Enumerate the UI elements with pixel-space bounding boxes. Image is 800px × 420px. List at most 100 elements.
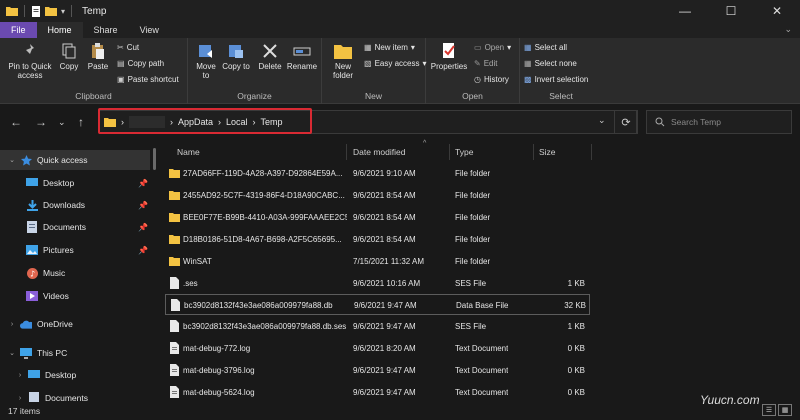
nav-item-this-pc[interactable]: ⌄ This PC (0, 343, 150, 363)
open-button[interactable]: ▭ Open ▾ (474, 43, 511, 52)
nav-item-downloads[interactable]: Downloads 📌 (8, 195, 155, 215)
history-label: History (483, 75, 509, 84)
move-to-button[interactable]: Move to (192, 42, 220, 80)
copy-button[interactable]: Copy (56, 42, 82, 71)
up-arrow-icon[interactable]: ↑ (78, 115, 84, 129)
nav-item-quick-access[interactable]: ⌄ Quick access (0, 150, 150, 170)
table-row[interactable]: 27AD66FF-119D-4A28-A397-D92864E59A... 9/… (165, 163, 590, 184)
file-icon (171, 299, 180, 311)
new-folder-icon[interactable] (45, 6, 57, 16)
search-input[interactable]: Search Temp (671, 117, 721, 127)
column-name[interactable]: Name (177, 147, 200, 157)
properties-icon[interactable] (31, 5, 41, 17)
properties-button[interactable]: Properties (428, 42, 470, 71)
customize-toolbar-icon[interactable]: ▾ (61, 7, 65, 16)
table-row[interactable]: D18B0186-51D8-4A67-B698-A2F5C65695... 9/… (165, 229, 590, 250)
column-divider[interactable] (449, 144, 450, 160)
table-row[interactable]: WinSAT 7/15/2021 11:32 AM File folder (165, 251, 590, 272)
select-none-button[interactable]: ▦ Select none (524, 59, 577, 68)
back-arrow-icon[interactable]: ← (10, 115, 22, 129)
tab-share[interactable]: Share (83, 22, 129, 38)
copy-to-label: Copy to (222, 62, 250, 71)
search-box[interactable]: Search Temp (646, 110, 792, 134)
table-row[interactable]: mat-debug-772.log 9/6/2021 8:20 AM Text … (165, 338, 590, 359)
column-divider[interactable] (533, 144, 534, 160)
nav-item-documents[interactable]: Documents 📌 (8, 217, 155, 237)
chevron-right-icon[interactable]: › (14, 395, 26, 402)
table-row[interactable]: .ses 9/6/2021 10:16 AM SES File 1 KB (165, 273, 590, 294)
history-button[interactable]: ◷ History (474, 75, 509, 84)
address-dropdown-icon[interactable]: ⌄ (598, 115, 606, 126)
column-divider[interactable] (591, 144, 592, 160)
minimize-button[interactable]: — (662, 0, 708, 22)
paste-button[interactable]: Paste (84, 42, 112, 71)
file-type: Text Document (455, 366, 509, 375)
nav-item-music[interactable]: ♪ Music (8, 263, 155, 283)
invert-selection-label: Invert selection (534, 75, 589, 84)
ribbon-expand-icon[interactable]: ⌄ (784, 24, 792, 35)
cut-button[interactable]: ✂ Cut (117, 43, 139, 52)
table-row[interactable]: BEE0F77E-B99B-4410-A03A-999FAAAEE2C5 9/6… (165, 207, 590, 228)
file-date: 9/6/2021 9:47 AM (353, 388, 416, 397)
rename-button[interactable]: Rename (286, 42, 318, 71)
chevron-down-icon[interactable]: ⌄ (6, 349, 18, 357)
properties-icon (443, 43, 455, 58)
column-type[interactable]: Type (455, 147, 473, 157)
nav-item-pc-documents[interactable]: › Documents (8, 388, 155, 402)
nav-item-onedrive[interactable]: › OneDrive (0, 314, 150, 334)
new-item-button[interactable]: ▦ New item ▾ (364, 43, 415, 52)
chevron-down-icon: ▾ (410, 43, 415, 52)
chevron-right-icon[interactable]: › (14, 372, 26, 379)
nav-item-pc-desktop[interactable]: › Desktop (8, 365, 155, 385)
chevron-down-icon[interactable]: ⌄ (6, 156, 18, 164)
paste-shortcut-button[interactable]: ▣ Paste shortcut (117, 75, 179, 84)
nav-item-pictures[interactable]: Pictures 📌 (8, 240, 155, 260)
pin-icon[interactable]: 📌 (138, 246, 148, 255)
recent-locations-icon[interactable]: ⌄ (58, 117, 66, 128)
new-group-label: New (364, 91, 382, 101)
copy-to-button[interactable]: Copy to (222, 42, 250, 71)
close-button[interactable]: ✕ (754, 0, 800, 22)
file-date: 9/6/2021 8:54 AM (353, 191, 416, 200)
delete-button[interactable]: Delete (256, 42, 284, 71)
nav-item-videos[interactable]: Videos (8, 286, 155, 306)
pin-icon[interactable]: 📌 (138, 223, 148, 232)
table-row[interactable]: bc3902d8132f43e3ae086a009979fa88.db 9/6/… (165, 294, 590, 315)
large-icons-view-icon[interactable]: ▦ (778, 404, 792, 416)
properties-label: Properties (430, 62, 468, 71)
file-date: 9/6/2021 9:47 AM (354, 301, 417, 310)
move-to-icon (199, 45, 212, 58)
nav-item-desktop[interactable]: Desktop 📌 (8, 173, 155, 193)
table-row[interactable]: mat-debug-3796.log 9/6/2021 9:47 AM Text… (165, 360, 590, 381)
edit-button[interactable]: ✎ Edit (474, 59, 498, 68)
pin-icon[interactable]: 📌 (138, 179, 148, 188)
table-row[interactable]: mat-debug-5624.log 9/6/2021 9:47 AM Text… (165, 382, 590, 403)
table-row[interactable]: bc3902d8132f43e3ae086a009979fa88.db.ses … (165, 316, 590, 337)
column-divider[interactable] (346, 144, 347, 160)
forward-arrow-icon[interactable]: → (35, 115, 47, 129)
refresh-button[interactable]: ⟳ (614, 110, 638, 134)
easy-access-button[interactable]: ▧ Easy access ▾ (364, 59, 426, 68)
maximize-button[interactable]: ☐ (708, 0, 754, 22)
pin-icon[interactable]: 📌 (138, 201, 148, 210)
tab-home[interactable]: Home (36, 22, 83, 38)
details-view-icon[interactable]: ☰ (762, 404, 776, 416)
view-switcher: ☰ ▦ (762, 404, 792, 416)
watermark: Yuucn.com (700, 393, 760, 407)
nav-pane-scrollbar[interactable] (153, 148, 156, 170)
address-highlight-box (98, 108, 312, 134)
pin-quick-access-button[interactable]: Pin to Quick access (4, 42, 56, 80)
copy-path-button[interactable]: ▤ Copy path (117, 59, 164, 68)
tab-file[interactable]: File (0, 22, 37, 38)
column-size[interactable]: Size (539, 147, 556, 157)
column-date-modified[interactable]: Date modified (353, 147, 405, 157)
divider (71, 5, 73, 17)
copy-to-icon (229, 45, 243, 58)
tab-view[interactable]: View (129, 22, 170, 38)
new-folder-button[interactable]: New folder (326, 42, 360, 80)
table-row[interactable]: 2455AD92-5C7F-4319-86F4-D18A90CABC... 9/… (165, 185, 590, 206)
select-all-button[interactable]: ▦ Select all (524, 43, 567, 52)
invert-selection-button[interactable]: ▩ Invert selection (524, 75, 588, 84)
chevron-right-icon[interactable]: › (6, 321, 18, 328)
select-group: ▦ Select all ▦ Select none ▩ Invert selecti… (520, 38, 602, 104)
